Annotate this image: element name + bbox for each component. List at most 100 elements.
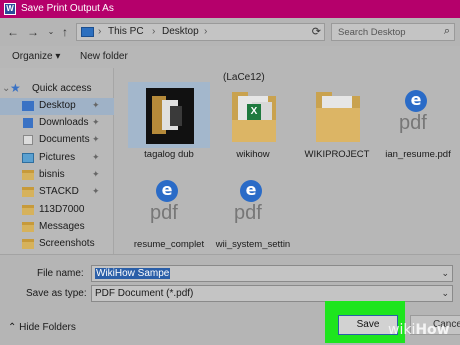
forward-arrow-icon[interactable]: →: [26, 25, 40, 39]
sidebar-item-label: Quick access: [32, 83, 92, 94]
wikihow-watermark: wikiHow: [388, 322, 450, 338]
file-thumbnail: [128, 82, 210, 148]
pdf-icon-label: pdf: [150, 202, 178, 224]
breadcrumb-this-pc[interactable]: This PC: [108, 26, 144, 37]
address-row: ← → ⌄ ↑ › This PC › Desktop › ⟳ Search D…: [0, 18, 460, 46]
save-as-type-value: PDF Document (*.pdf): [95, 288, 194, 299]
hide-folders-button[interactable]: ⌃ Hide Folders: [8, 322, 76, 333]
file-thumbnail: e pdf: [212, 172, 294, 238]
sidebar-item-label: bisnis: [39, 169, 65, 180]
breadcrumb-separator-icon: ›: [204, 26, 208, 37]
file-name-value: WikiHow Sampe: [95, 268, 171, 279]
file-item-wii-system-settings[interactable]: e pdf wii_system_settin: [212, 172, 294, 254]
title-bar: W Save Print Output As: [0, 0, 460, 18]
new-folder-button[interactable]: New folder: [80, 51, 128, 62]
file-name: ian_resume.pdf: [385, 149, 451, 160]
file-name: resume_complet: [133, 239, 205, 250]
breadcrumb-separator-icon: ›: [98, 26, 102, 37]
pictures-icon: [22, 153, 34, 163]
file-name: wii_system_settin: [215, 239, 291, 250]
folder-icon: [22, 222, 34, 232]
sidebar-item-label: Documents: [39, 134, 90, 145]
pin-icon: ✦: [92, 186, 100, 196]
download-icon: [23, 118, 33, 128]
search-placeholder: Search Desktop: [338, 27, 406, 38]
file-item-ian-resume[interactable]: e pdf ian_resume.pdf: [377, 82, 459, 172]
file-name-label: File name:: [37, 268, 84, 279]
sidebar-item-quick-access[interactable]: ⌄ ★ Quick access: [0, 81, 114, 98]
file-thumbnail: e pdf: [128, 172, 210, 238]
pdf-edge-icon: e pdf: [150, 180, 178, 224]
sidebar-item-label: Screenshots: [39, 238, 95, 249]
documents-icon: [23, 135, 33, 145]
sidebar-item-label: STACKD: [39, 186, 79, 197]
pin-icon: ✦: [92, 152, 100, 162]
chevron-up-icon: ⌃: [8, 322, 17, 333]
star-icon: ★: [10, 81, 21, 95]
word-icon: W: [4, 3, 16, 15]
excel-folder-icon: X: [232, 90, 276, 142]
refresh-icon[interactable]: ⟳: [312, 25, 321, 38]
folder-icon: [22, 170, 34, 180]
sidebar-item-label: Messages: [39, 221, 85, 232]
organize-button[interactable]: Organize ▾: [12, 51, 60, 62]
save-as-type-label: Save as type:: [26, 288, 87, 299]
navigation-pane: ⌄ ★ Quick access Desktop ✦ Downloads ✦ D…: [0, 68, 114, 254]
breadcrumb-separator-icon: ›: [152, 26, 156, 37]
search-input[interactable]: Search Desktop ⌕: [331, 23, 455, 41]
file-name: tagalog dub: [144, 149, 194, 160]
folder-icon: [22, 239, 34, 249]
file-name: WIKIPROJECT: [304, 149, 370, 160]
file-item-tagalog-dub[interactable]: tagalog dub: [128, 82, 210, 172]
folder-icon: [22, 205, 34, 215]
chevron-down-icon: ⌄: [441, 288, 449, 298]
hide-folders-label: Hide Folders: [19, 322, 76, 333]
file-item-resume-complet[interactable]: e pdf resume_complet: [128, 172, 210, 254]
sidebar-item-label: Pictures: [39, 152, 76, 163]
address-bar[interactable]: › This PC › Desktop › ⟳: [76, 23, 325, 41]
file-item-wikihow[interactable]: X wikihow: [212, 82, 294, 172]
breadcrumb-desktop[interactable]: Desktop: [162, 26, 199, 37]
save-as-type-select[interactable]: PDF Document (*.pdf) ⌄: [91, 285, 453, 302]
pdf-icon-label: pdf: [234, 202, 262, 224]
sidebar-item-screenshots[interactable]: Screenshots: [0, 236, 114, 253]
command-bar: Organize ▾ New folder: [0, 46, 460, 68]
file-thumbnail: X: [212, 82, 294, 148]
sidebar-item-downloads[interactable]: Downloads ✦: [0, 115, 114, 132]
sidebar-item-113d7000[interactable]: 113D7000: [0, 202, 114, 219]
search-icon: ⌕: [443, 25, 450, 37]
recent-locations-icon[interactable]: ⌄: [44, 25, 58, 39]
this-pc-icon: [81, 27, 94, 37]
sidebar-item-documents[interactable]: Documents ✦: [0, 132, 114, 149]
save-form: File name: WikiHow Sampe ⌄ Save as type:…: [0, 254, 460, 345]
pin-icon: ✦: [92, 134, 100, 144]
pin-icon: ✦: [92, 100, 100, 110]
pin-icon: ✦: [92, 117, 100, 127]
desktop-icon: [22, 101, 34, 111]
sidebar-item-stackd[interactable]: STACKD ✦: [0, 184, 114, 201]
pdf-edge-icon: e pdf: [399, 90, 427, 134]
pdf-edge-icon: e pdf: [234, 180, 262, 224]
up-arrow-icon[interactable]: ↑: [58, 25, 72, 39]
file-thumbnail: [296, 82, 378, 148]
back-arrow-icon[interactable]: ←: [6, 25, 20, 39]
file-name-field[interactable]: WikiHow Sampe ⌄: [91, 265, 453, 282]
window-title: Save Print Output As: [21, 3, 114, 14]
sidebar-item-bisnis[interactable]: bisnis ✦: [0, 167, 114, 184]
file-thumbnail: e pdf: [377, 82, 459, 148]
folder-icon: [316, 90, 360, 142]
folder-icon: [22, 187, 34, 197]
sidebar-item-pictures[interactable]: Pictures ✦: [0, 150, 114, 167]
sidebar-item-desktop[interactable]: Desktop ✦: [0, 98, 114, 115]
file-item-wikiproject[interactable]: WIKIPROJECT: [296, 82, 378, 172]
file-name: wikihow: [236, 149, 270, 160]
sidebar-item-messages[interactable]: Messages: [0, 219, 114, 236]
pdf-icon-label: pdf: [399, 112, 427, 134]
sidebar-item-label: Downloads: [39, 117, 89, 128]
sidebar-item-label: 113D7000: [39, 204, 85, 215]
chevron-down-icon[interactable]: ⌄: [441, 268, 449, 279]
image-thumbnail-icon: [146, 88, 194, 144]
sidebar-item-label: Desktop: [39, 100, 76, 111]
pin-icon: ✦: [92, 169, 100, 179]
file-list: (LaCe12) tagalog dub X wikihow WIKIPROJE…: [115, 68, 460, 254]
